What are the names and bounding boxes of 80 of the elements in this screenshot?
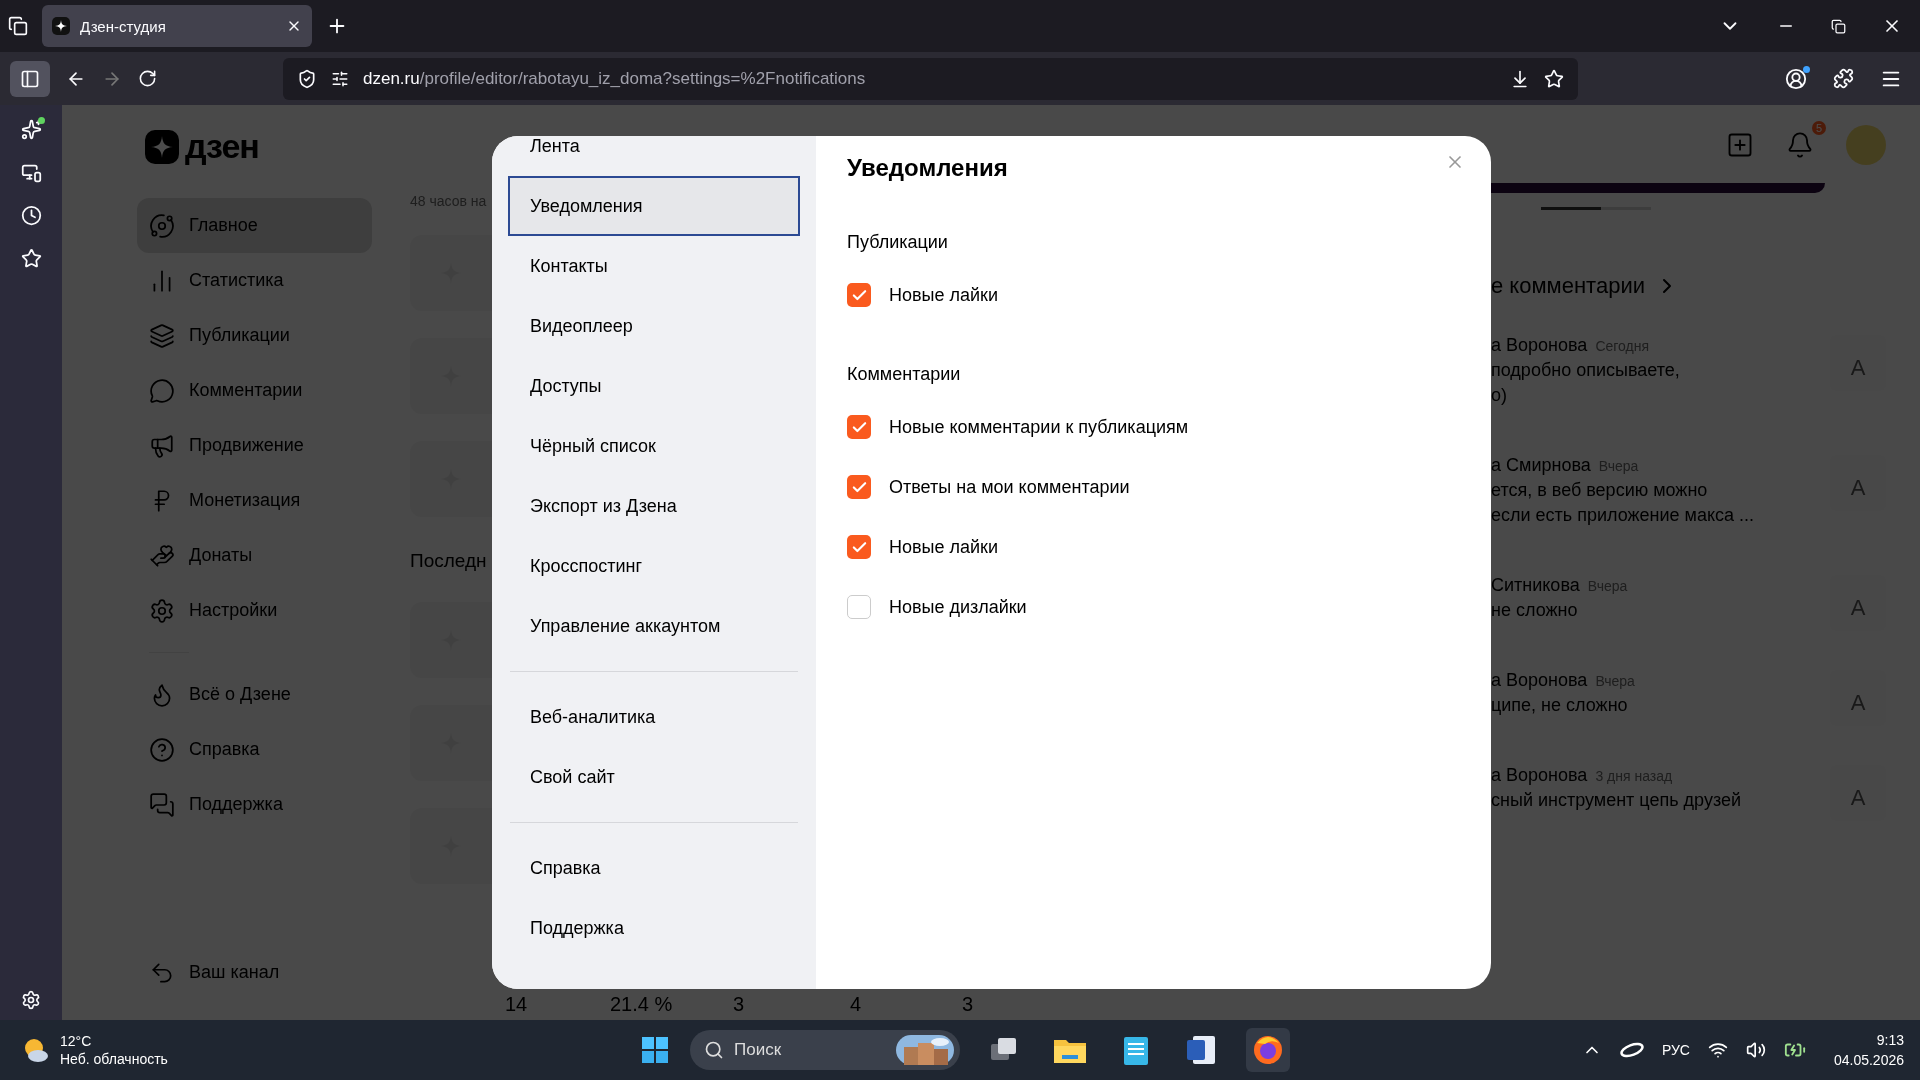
history-icon[interactable] (20, 205, 42, 226)
extensions-icon[interactable] (1833, 68, 1854, 89)
settings-nav-item[interactable]: Веб-аналитика (508, 687, 800, 747)
volume-icon[interactable] (1745, 1040, 1766, 1060)
bookmark-star-icon[interactable] (1544, 68, 1564, 89)
checkbox-label: Новые лайки (889, 536, 999, 558)
settings-nav-item[interactable]: Поддержка (508, 898, 800, 958)
weather-text: Неб. облачность (60, 1050, 168, 1068)
tab-overview-icon[interactable] (8, 16, 28, 36)
download-icon[interactable] (1510, 68, 1530, 89)
wifi-icon[interactable] (1707, 1040, 1728, 1060)
settings-icon[interactable] (21, 990, 41, 1010)
browser-icon[interactable] (1246, 1028, 1290, 1072)
settings-nav-item[interactable]: Видеоплеер (508, 296, 800, 356)
comment-text: ципе, не сложно (1491, 695, 1629, 716)
weather-icon (22, 1037, 50, 1063)
devices-icon[interactable] (20, 162, 42, 183)
section-heading: Комментарии (847, 364, 962, 385)
tab-title: Дзен-студия (80, 17, 167, 35)
checkbox-label: Новые лайки (889, 284, 999, 306)
settings-nav-item[interactable]: Кросспостинг (508, 536, 800, 596)
star-icon[interactable] (20, 248, 42, 269)
comment-text: ется, в веб версию можно (1491, 480, 1709, 501)
comment-author: а Воронова (1491, 335, 1588, 356)
search-placeholder: Поиск (734, 1040, 783, 1060)
comment-author: а Воронова (1491, 765, 1588, 786)
comment-text: подробно описываете, (1491, 360, 1680, 381)
site-logo-icon (55, 20, 67, 32)
settings-nav-item[interactable]: Управление аккаунтом (508, 596, 800, 656)
account-icon[interactable] (1785, 67, 1807, 90)
restore-icon[interactable] (1831, 18, 1846, 34)
comment-author: Ситникова (1491, 575, 1580, 596)
tray-app-icon[interactable] (1619, 1042, 1644, 1058)
comment-text: сный инструмент цепь друзей (1491, 790, 1742, 811)
settings-nav-item[interactable]: Свой сайт (508, 747, 800, 807)
browser-tab[interactable]: Дзен-студия (42, 5, 312, 47)
checkbox-label: Новые дизлайки (889, 596, 1027, 618)
checkbox[interactable] (847, 475, 871, 499)
language-indicator[interactable]: РУС (1661, 1042, 1690, 1058)
start-icon[interactable] (642, 1037, 668, 1063)
settings-nav-item[interactable]: Контакты (508, 236, 800, 296)
clock-date[interactable]: 04.05.2026 (1833, 1050, 1904, 1070)
comment-text: если есть приложение макса ... (1491, 505, 1755, 526)
checkbox-label: Ответы на мои комментарии (889, 476, 1130, 498)
settings-nav-item[interactable]: Чёрный список (508, 416, 800, 476)
shield-icon (297, 68, 317, 89)
comment-text: о) (1491, 385, 1508, 406)
comment-text: не сложно (1491, 600, 1579, 621)
sliders-icon[interactable] (331, 69, 349, 88)
logo-text: дзен (185, 127, 259, 166)
checkbox[interactable] (847, 595, 871, 619)
search-icon (704, 1040, 724, 1060)
section-heading: Последн (410, 550, 487, 572)
checkbox[interactable] (847, 535, 871, 559)
table-cell-text: 3 (962, 993, 975, 1016)
table-cell-text: 21.4 % (610, 993, 674, 1016)
table-cell-text: 14 (505, 993, 529, 1016)
table-cell-text: 3 (733, 993, 746, 1016)
sidebar-icon (20, 68, 40, 89)
taskbar-search-field[interactable]: Поиск (690, 1030, 960, 1070)
address-bar[interactable]: dzen.ru/profile/editor/rabotayu_iz_doma?settings=%2Fnotifications (283, 57, 1578, 100)
section-heading: Публикации (847, 232, 949, 253)
checkbox[interactable] (847, 283, 871, 307)
settings-nav-item[interactable]: Доступы (508, 356, 800, 416)
settings-nav-item[interactable]: Экспорт из Дзена (508, 476, 800, 536)
settings-nav-item[interactable]: Лента (508, 136, 800, 176)
settings-nav-item[interactable]: Справка (508, 838, 800, 898)
checkbox-label: Новые комментарии к публикациям (889, 416, 1189, 438)
sidebar-toggle-button[interactable] (10, 60, 50, 97)
comment-author: а Смирнова (1491, 455, 1591, 476)
table-cell-text: 4 (850, 993, 863, 1016)
temperature: 12°C (60, 1032, 93, 1050)
dialog-title: Уведомления (847, 154, 1008, 182)
url-text: dzen.ru/profile/editor/rabotayu_iz_doma?settings=%2Fnotifications (363, 68, 867, 89)
reload-icon[interactable] (138, 69, 157, 88)
comment-author: а Воронова (1491, 670, 1588, 691)
sparkles-icon[interactable] (20, 119, 42, 140)
settings-nav-item[interactable]: Уведомления (508, 176, 800, 236)
clock-time[interactable]: 9:13 (1876, 1030, 1904, 1050)
checkbox[interactable] (847, 415, 871, 439)
